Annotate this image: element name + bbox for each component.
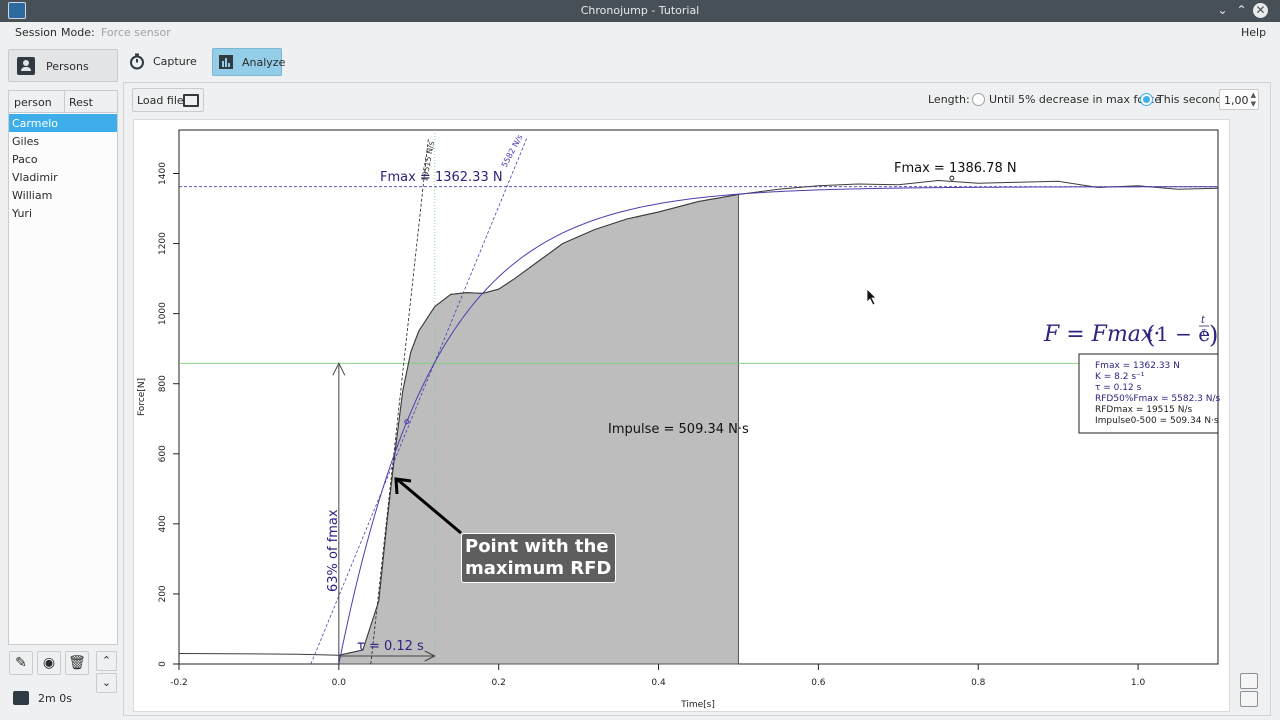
menu-session[interactable]: Session xyxy=(15,26,57,39)
capture-label: Capture xyxy=(153,55,197,68)
window-title: Chronojump - Tutorial xyxy=(580,4,700,17)
menubar: Session Mode: Force sensor Help xyxy=(0,22,1280,44)
callout-line-1: Point with the xyxy=(465,536,609,557)
person-card-icon xyxy=(17,57,35,75)
callout-line-2: maximum RFD xyxy=(465,558,612,579)
eye-icon: ◉ xyxy=(42,655,56,671)
view-person-button[interactable]: ◉ xyxy=(37,651,61,675)
persons-label: Persons xyxy=(46,60,89,73)
chevron-up-icon: ⌃ xyxy=(101,654,112,667)
column-person-label: person xyxy=(14,96,52,109)
delete-person-button[interactable]: 🗑 xyxy=(65,651,89,675)
spin-up-icon[interactable]: ▲ xyxy=(1251,91,1256,99)
spin-down-icon[interactable]: ▼ xyxy=(1251,100,1256,108)
edit-person-button[interactable]: ✎ xyxy=(9,651,33,675)
couch-icon xyxy=(13,691,29,705)
radio-seconds[interactable] xyxy=(1140,93,1153,106)
persons-list: person ⌄ Rest Carmelo Giles Paco Vladimi… xyxy=(8,90,118,645)
menu-help[interactable]: Help xyxy=(1241,26,1266,39)
list-item[interactable]: Carmelo xyxy=(9,114,117,132)
radio-decrease[interactable] xyxy=(972,93,985,106)
analyze-label: Analyze xyxy=(242,56,286,69)
load-file-button[interactable]: Load file xyxy=(132,88,204,112)
seconds-spinbox[interactable]: 1,00 ▲ ▼ xyxy=(1219,89,1259,110)
chart-settings-icon[interactable] xyxy=(1240,673,1258,689)
load-file-label: Load file xyxy=(137,94,184,107)
tab-capture[interactable]: Capture xyxy=(123,48,201,76)
list-item[interactable]: Vladimir xyxy=(9,168,117,186)
chart-area xyxy=(133,119,1230,712)
close-window-button[interactable]: ✕ xyxy=(1253,3,1268,18)
bar-chart-icon xyxy=(219,55,233,69)
list-item[interactable]: Paco xyxy=(9,150,117,168)
column-person[interactable]: person ⌄ xyxy=(9,91,65,122)
persons-button[interactable]: Persons xyxy=(8,49,118,82)
menu-mode-label: Mode: xyxy=(61,26,95,39)
stopwatch-icon xyxy=(130,53,144,70)
length-label: Length: xyxy=(928,93,970,106)
move-up-button[interactable]: ⌃ xyxy=(96,651,117,671)
mode-value: Force sensor xyxy=(101,26,171,39)
rest-time-label: 2m 0s xyxy=(38,692,72,705)
trash-icon: 🗑 xyxy=(68,655,86,671)
radio-decrease-label: Until 5% decrease in max force xyxy=(989,93,1162,106)
rest-time-button[interactable]: 2m 0s xyxy=(8,686,118,712)
list-item[interactable]: Yuri xyxy=(9,204,117,222)
folder-icon xyxy=(183,94,199,107)
tab-analyze[interactable]: Analyze xyxy=(212,48,286,76)
list-header: person ⌄ Rest xyxy=(9,91,117,122)
rfd-callout: Point with the maximum RFD xyxy=(461,533,616,583)
seconds-value: 1,00 xyxy=(1224,94,1249,107)
minimize-icon[interactable]: ⌄ xyxy=(1215,3,1230,18)
window-titlebar: Chronojump - Tutorial ⌄ ⌃ ✕ xyxy=(0,0,1280,22)
pencil-icon: ✎ xyxy=(15,655,27,671)
maximize-icon[interactable]: ⌃ xyxy=(1234,3,1249,18)
save-icon[interactable] xyxy=(1240,691,1258,707)
list-item[interactable]: Giles xyxy=(9,132,117,150)
list-item[interactable]: William xyxy=(9,186,117,204)
column-rest[interactable]: Rest xyxy=(69,96,93,109)
